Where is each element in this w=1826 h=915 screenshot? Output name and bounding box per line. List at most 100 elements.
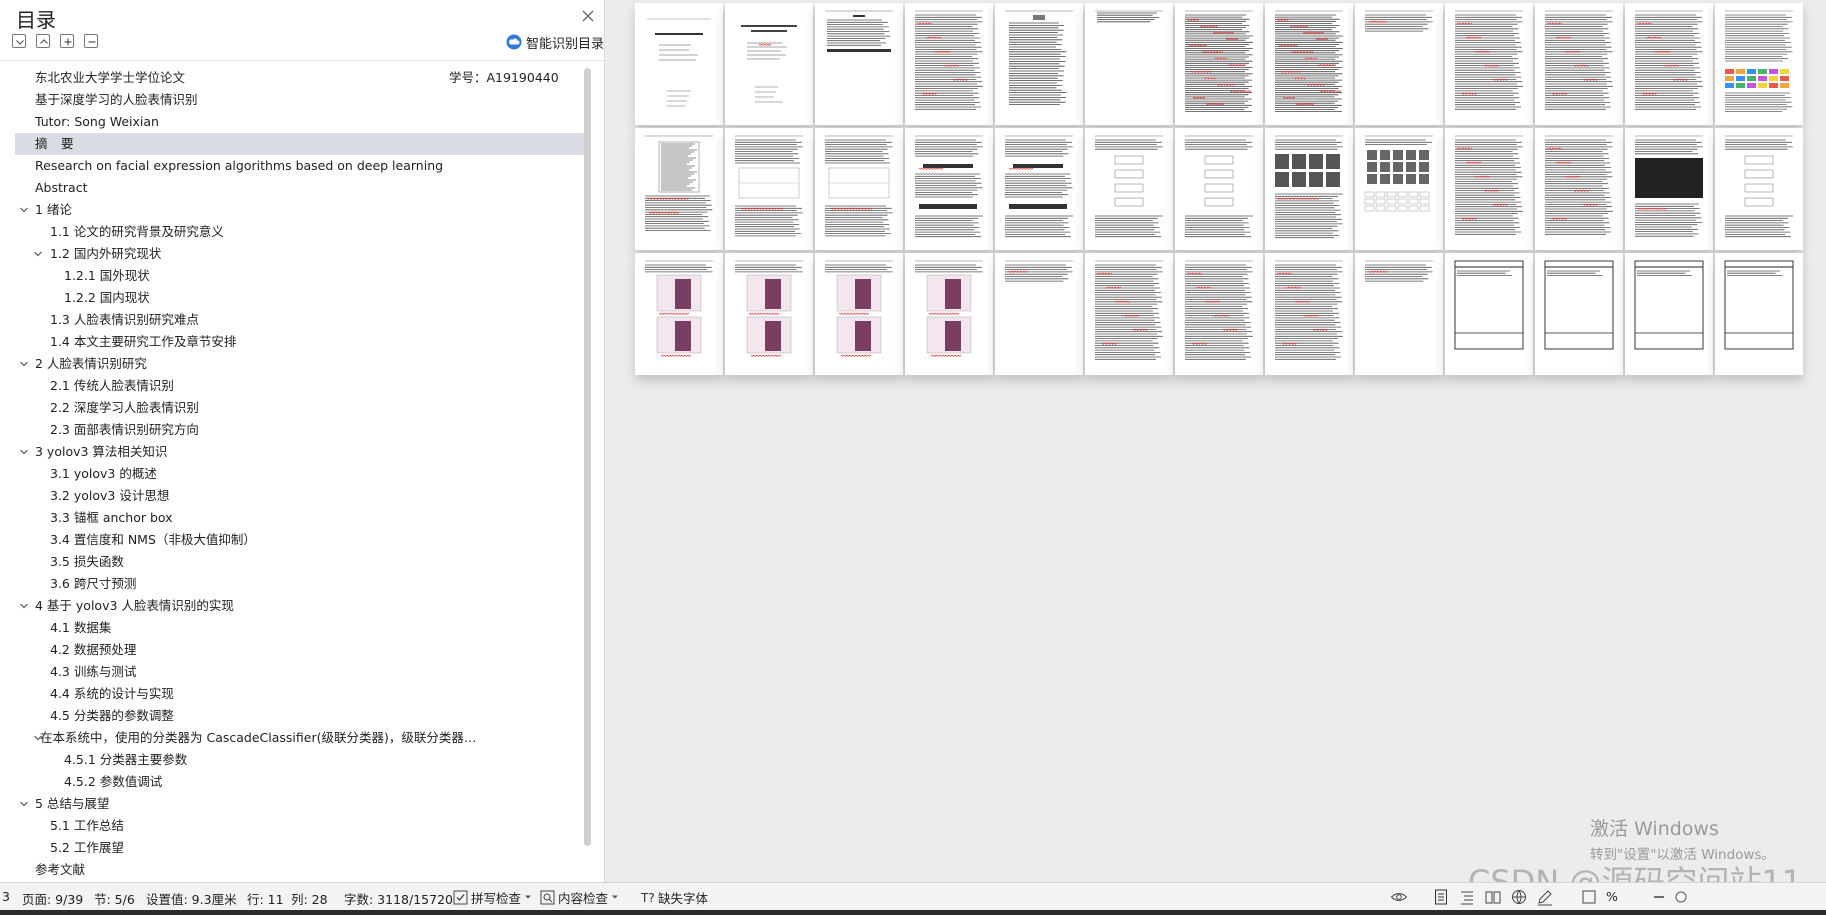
page-thumbnail[interactable] (1535, 253, 1623, 375)
page-thumbnail[interactable] (1625, 128, 1713, 250)
toc-item[interactable]: 1.4 本文主要研究工作及章节安排 (15, 331, 585, 353)
toc-item[interactable]: 1.2.2 国内现状 (15, 287, 585, 309)
toc-item[interactable]: 摘 要 (15, 133, 585, 155)
toc-item[interactable]: 1.1 论文的研究背景及研究意义 (15, 221, 585, 243)
toc-item[interactable]: 3.4 置信度和 NMS（非极大值抑制） (15, 529, 585, 551)
toc-item[interactable]: 1 绪论 (15, 199, 585, 221)
toc-item[interactable]: 3.1 yolov3 的概述 (15, 463, 585, 485)
page-thumbnail[interactable] (635, 253, 723, 375)
close-icon[interactable] (578, 6, 598, 26)
page-thumbnail[interactable] (905, 253, 993, 375)
toc-item[interactable]: 4.1 数据集 (15, 617, 585, 639)
page-thumbnail[interactable] (1355, 253, 1443, 375)
page-thumbnail[interactable] (635, 128, 723, 250)
page-thumbnail[interactable] (1625, 253, 1713, 375)
page-thumbnail[interactable] (1265, 128, 1353, 250)
toc-item[interactable]: 在本系统中，使用的分类器为 CascadeClassifier(级联分类器)，级… (15, 727, 585, 749)
spell-check-button[interactable]: 拼写检查 (453, 888, 532, 906)
toc-item[interactable]: 3.3 锚框 anchor box (15, 507, 585, 529)
chevron-down-icon[interactable] (18, 446, 30, 458)
content-check-button[interactable]: 内容检查 (540, 888, 619, 906)
toc-item[interactable]: 5 总结与展望 (15, 793, 585, 815)
chevron-down-icon[interactable] (18, 600, 30, 612)
toc-item[interactable]: 4.5.1 分类器主要参数 (15, 749, 585, 771)
zoom-level[interactable]: % (1606, 889, 1618, 904)
page-thumbnail[interactable] (905, 3, 993, 125)
chevron-down-icon[interactable] (18, 798, 30, 810)
page-thumbnail[interactable] (1175, 3, 1263, 125)
status-words[interactable]: 字数: 3118/15720 (344, 889, 453, 908)
page-thumbnail[interactable] (1715, 3, 1803, 125)
toc-item[interactable]: 1.2 国内外研究现状 (15, 243, 585, 265)
page-thumbnail[interactable] (1085, 3, 1173, 125)
page-thumbnail[interactable] (635, 3, 723, 125)
web-view-icon[interactable] (1510, 888, 1528, 906)
page-thumbnail[interactable] (1535, 128, 1623, 250)
page-thumbnail[interactable] (995, 3, 1083, 125)
toc-item[interactable]: 1.2.1 国外现状 (15, 265, 585, 287)
eye-protect-icon[interactable] (1390, 888, 1408, 906)
missing-font-button[interactable]: T? 缺失字体 (640, 888, 708, 906)
page-thumbnail[interactable] (1355, 3, 1443, 125)
toc-item[interactable]: 3.5 损失函数 (15, 551, 585, 573)
toc-item[interactable]: 4.5 分类器的参数调整 (15, 705, 585, 727)
chevron-down-icon[interactable] (18, 358, 30, 370)
page-thumbnail[interactable] (1715, 128, 1803, 250)
toc-item[interactable]: 3 yolov3 算法相关知识 (15, 441, 585, 463)
toc-item[interactable]: 5.1 工作总结 (15, 815, 585, 837)
page-thumbnail[interactable] (1625, 3, 1713, 125)
page-thumbnail[interactable] (1265, 3, 1353, 125)
expand-up-icon[interactable] (36, 34, 50, 48)
page-thumbnail[interactable] (1085, 253, 1173, 375)
chevron-down-icon[interactable] (18, 204, 30, 216)
page-thumbnail[interactable] (1355, 128, 1443, 250)
page-thumbnail[interactable] (815, 253, 903, 375)
toc-item[interactable]: 3.6 跨尺寸预测 (15, 573, 585, 595)
page-thumbnail[interactable] (1085, 128, 1173, 250)
toc-item[interactable]: 参考文献 (15, 859, 585, 881)
page-thumbnail[interactable] (1175, 253, 1263, 375)
page-view-icon[interactable] (1432, 888, 1450, 906)
toc-item[interactable]: 2.2 深度学习人脸表情识别 (15, 397, 585, 419)
page-thumbnail[interactable] (725, 3, 813, 125)
toc-item[interactable]: 4 基于 yolov3 人脸表情识别的实现 (15, 595, 585, 617)
remove-heading-icon[interactable] (84, 34, 98, 48)
toc-item[interactable]: 3.2 yolov3 设计思想 (15, 485, 585, 507)
toc-item[interactable]: 2.1 传统人脸表情识别 (15, 375, 585, 397)
zoom-slider-knob-icon[interactable] (1672, 888, 1690, 906)
chevron-down-icon[interactable] (32, 248, 44, 260)
page-thumbnail[interactable] (815, 128, 903, 250)
toc-item[interactable]: 5.2 工作展望 (15, 837, 585, 859)
add-heading-icon[interactable] (60, 34, 74, 48)
page-thumbnail[interactable] (1445, 253, 1533, 375)
page-thumbnail[interactable] (995, 128, 1083, 250)
page-thumbnail[interactable] (1535, 3, 1623, 125)
toc-item[interactable]: 4.3 训练与测试 (15, 661, 585, 683)
smart-toc-button[interactable]: 智能识别目录 (506, 32, 604, 52)
toc-item[interactable]: 2 人脸表情识别研究 (15, 353, 585, 375)
toc-item[interactable]: 基于深度学习的人脸表情识别 (15, 89, 585, 111)
toc-item[interactable]: 2.3 面部表情识别研究方向 (15, 419, 585, 441)
toc-item[interactable]: 东北农业大学学士学位论文 学号：A19190440 (15, 67, 585, 89)
page-thumbnail[interactable] (905, 128, 993, 250)
toc-item[interactable]: 4.5.2 参数值调试 (15, 771, 585, 793)
page-thumbnail[interactable] (1445, 3, 1533, 125)
fit-page-icon[interactable] (1580, 888, 1598, 906)
reading-view-icon[interactable] (1484, 888, 1502, 906)
page-thumbnail[interactable] (815, 3, 903, 125)
status-page[interactable]: 页面: 9/39 (22, 889, 83, 908)
toc-item[interactable]: Research on facial expression algorithms… (15, 155, 585, 177)
page-thumbnail[interactable] (725, 253, 813, 375)
collapse-all-icon[interactable] (12, 34, 26, 48)
page-thumbnail[interactable] (995, 253, 1083, 375)
toc-item[interactable]: 1.3 人脸表情识别研究难点 (15, 309, 585, 331)
page-thumbnail[interactable] (1715, 253, 1803, 375)
toc-scrollbar[interactable] (584, 68, 591, 846)
toc-item[interactable]: Abstract (15, 177, 585, 199)
zoom-out-icon[interactable] (1650, 888, 1668, 906)
write-mode-icon[interactable] (1536, 888, 1554, 906)
page-thumbnail[interactable] (725, 128, 813, 250)
toc-item[interactable]: 4.4 系统的设计与实现 (15, 683, 585, 705)
outline-view-icon[interactable] (1458, 888, 1476, 906)
page-thumbnail[interactable] (1265, 253, 1353, 375)
